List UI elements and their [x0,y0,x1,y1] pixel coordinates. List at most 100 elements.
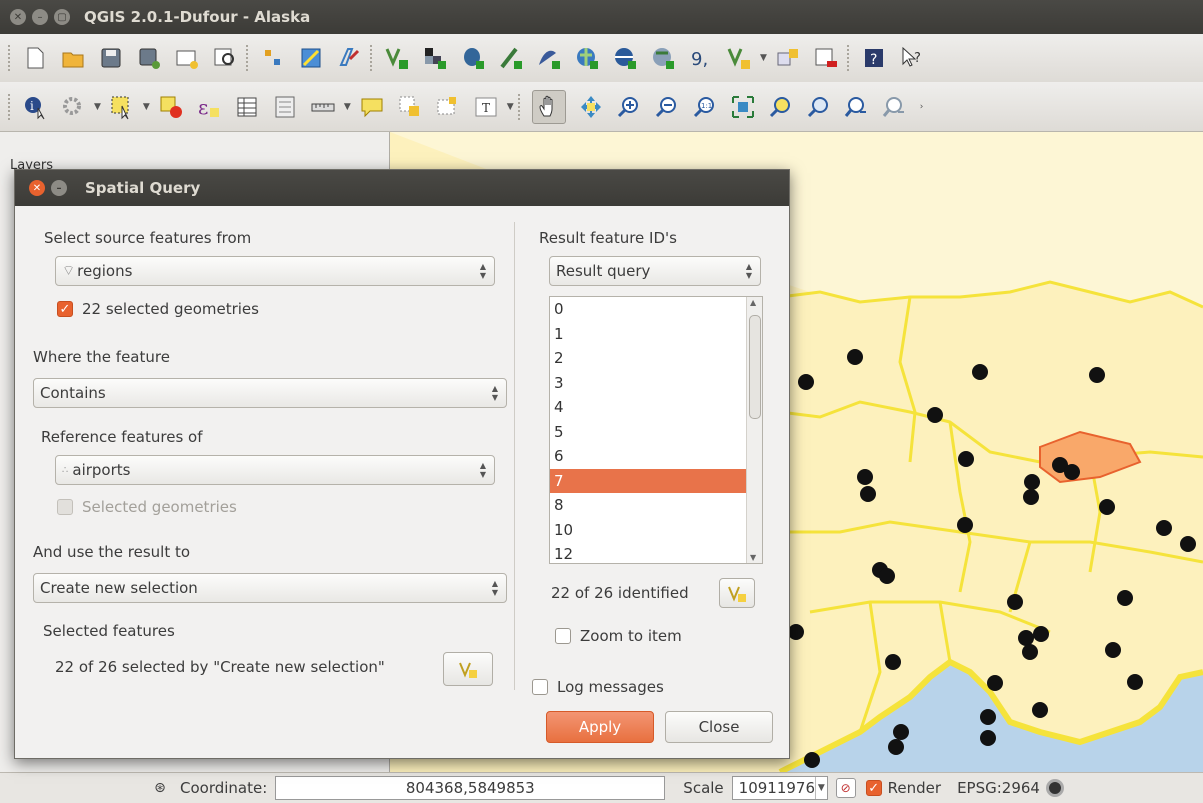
composer-manager-icon[interactable] [212,45,238,71]
field-calculator-icon[interactable] [272,94,298,120]
reference-layer-combo[interactable]: ∴ airports ▲ ▼ [55,455,495,485]
text-annotation-icon[interactable]: T [473,94,499,120]
add-raster-layer-icon[interactable] [422,45,448,71]
crs-globe-icon[interactable] [1045,779,1064,797]
zoom-to-item-checkbox[interactable]: Zoom to item [555,627,682,645]
add-spatialite-layer-icon[interactable] [498,45,524,71]
new-project-icon[interactable] [22,45,48,71]
show-bookmarks-icon[interactable] [435,94,461,120]
checkbox-checked-icon[interactable]: ✓ [57,301,73,317]
result-query-combo[interactable]: Result query ▲ ▼ [549,256,761,286]
new-bookmark-icon[interactable] [397,94,423,120]
save-as-icon[interactable] [136,45,162,71]
deselect-features-icon[interactable] [158,94,184,120]
source-selected-checkbox[interactable]: ✓ 22 selected geometries [57,300,259,318]
new-print-composer-icon[interactable] [174,45,200,71]
help-icon[interactable]: ? [861,45,887,71]
add-wms-layer-icon[interactable] [574,45,600,71]
close-button[interactable]: Close [665,711,773,743]
pan-to-selection-icon[interactable] [578,94,604,120]
run-action-icon[interactable] [60,94,86,120]
dialog-close-icon[interactable]: ✕ [29,180,45,196]
add-wcs-layer-icon[interactable] [612,45,638,71]
pan-map-icon[interactable] [531,89,566,124]
add-mssql-layer-icon[interactable] [536,45,562,71]
pencil-edit-icon[interactable] [336,45,362,71]
add-postgis-layer-icon[interactable] [460,45,486,71]
coordinate-toggle-icon[interactable]: ⊛ [150,778,170,798]
predicate-combo[interactable]: Contains ▲ ▼ [33,378,507,408]
select-features-icon[interactable] [109,94,135,120]
result-query-value: Result query [556,262,651,280]
digitize-icon[interactable] [260,45,286,71]
save-project-icon[interactable] [98,45,124,71]
result-id-item[interactable]: 5 [550,420,762,445]
result-id-item[interactable]: 0 [550,297,762,322]
result-id-item[interactable]: 8 [550,493,762,518]
result-id-item[interactable]: 1 [550,322,762,347]
checkbox-unchecked-icon[interactable] [57,499,73,515]
map-tips-icon[interactable] [359,94,385,120]
new-spatialite-layer-icon[interactable] [775,45,801,71]
add-vector-layer-icon[interactable] [384,45,410,71]
source-layer-combo[interactable]: ⌔ regions ▲ ▼ [55,256,495,286]
zoom-to-layer-icon[interactable] [806,94,832,120]
dropdown-arrow-icon[interactable]: ▼ [94,102,101,112]
scroll-down-icon[interactable]: ▼ [750,553,756,562]
result-id-list[interactable]: 0 1 2 3 4 5 6 7 8 10 12 ▲ ▼ [549,296,763,564]
scroll-up-icon[interactable]: ▲ [750,298,756,307]
dialog-minimize-icon[interactable]: – [51,180,67,196]
zoom-out-icon[interactable] [654,94,680,120]
scale-combo[interactable]: 10911976 ▼ [731,776,828,800]
result-id-item[interactable]: 3 [550,371,762,396]
zoom-actual-size-icon[interactable]: 1:1 [692,94,718,120]
attribute-table-icon[interactable] [234,94,260,120]
scrollbar-thumb[interactable] [749,315,761,419]
dropdown-arrow-icon[interactable]: ▼ [143,102,150,112]
result-action-combo[interactable]: Create new selection ▲ ▼ [33,573,507,603]
render-checkbox[interactable]: ✓ [865,780,882,796]
zoom-in-icon[interactable] [616,94,642,120]
dropdown-arrow-icon[interactable]: ▼ [760,53,767,63]
add-wfs-layer-icon[interactable] [650,45,676,71]
add-delimited-text-icon[interactable]: 9, [688,45,714,71]
remove-layer-icon[interactable] [813,45,839,71]
zoom-to-selection-icon[interactable] [768,94,794,120]
zoom-full-icon[interactable] [730,94,756,120]
apply-button[interactable]: Apply [546,711,654,743]
reference-selected-checkbox[interactable]: Selected geometries [57,498,237,516]
window-maximize-icon[interactable]: ▢ [54,9,70,25]
select-by-expression-icon[interactable]: ε [196,94,222,120]
zoom-last-icon[interactable] [844,94,870,120]
checkbox-unchecked-icon[interactable] [555,628,571,644]
list-scrollbar[interactable]: ▲ ▼ [746,297,762,563]
result-id-item[interactable]: 6 [550,444,762,469]
whats-this-icon[interactable]: ? [899,45,925,71]
spatial-query-dialog: ✕ – Spatial Query Select source features… [14,169,790,759]
zoom-next-icon[interactable] [882,94,908,120]
identify-features-icon[interactable]: i [22,94,48,120]
show-log-button[interactable] [443,652,493,686]
result-id-item[interactable]: 12 [550,542,762,563]
result-id-item[interactable]: 4 [550,395,762,420]
measure-line-icon[interactable] [310,94,336,120]
window-minimize-icon[interactable]: – [32,9,48,25]
result-id-item[interactable]: 2 [550,346,762,371]
dropdown-arrow-icon[interactable]: ▼ [507,102,514,112]
window-titlebar: ✕ – ▢ QGIS 2.0.1-Dufour - Alaska [0,0,1203,34]
dropdown-arrow-icon[interactable]: ▼ [344,102,351,112]
stop-render-icon[interactable]: ⊘ [835,778,856,798]
crs-label[interactable]: EPSG:2964 [957,779,1040,797]
result-id-item-selected[interactable]: 7 [550,468,762,493]
zoom-selected-button[interactable] [719,578,755,608]
chevron-down-icon[interactable]: ▼ [815,777,827,799]
open-project-icon[interactable] [60,45,86,71]
log-messages-checkbox[interactable]: Log messages [532,678,664,696]
overflow-icon[interactable]: › [920,102,924,112]
coordinate-field[interactable]: 804368,5849853 [275,776,666,800]
edit-node-icon[interactable] [298,45,324,71]
result-id-item[interactable]: 10 [550,518,762,543]
window-close-icon[interactable]: ✕ [10,9,26,25]
checkbox-unchecked-icon[interactable] [532,679,548,695]
new-shapefile-icon[interactable] [726,45,752,71]
